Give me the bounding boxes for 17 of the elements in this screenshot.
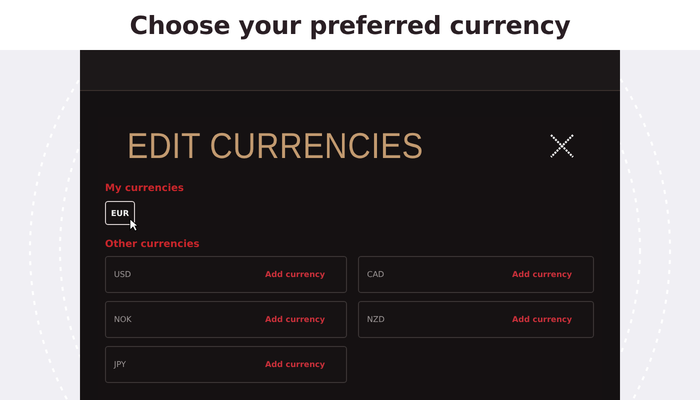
add-currency-link[interactable]: Add currency [265, 315, 325, 324]
currency-code: USD [114, 270, 132, 279]
currency-code: JPY [114, 360, 126, 369]
banner-title: Choose your preferred currency [130, 10, 570, 40]
add-currency-link[interactable]: Add currency [512, 270, 572, 279]
other-currencies-label: Other currencies [105, 239, 200, 250]
my-currencies-label: My currencies [105, 183, 185, 194]
currency-code: NOK [114, 315, 132, 324]
currency-chip[interactable]: EUR [105, 201, 135, 225]
modal-title: EDIT CURRENCIES [127, 125, 424, 167]
add-currency-link[interactable]: Add currency [512, 315, 572, 324]
currency-code: CAD [367, 270, 384, 279]
cursor-icon [129, 218, 139, 232]
add-currency-link[interactable]: Add currency [265, 270, 325, 279]
add-currency-link[interactable]: Add currency [265, 360, 325, 369]
close-button[interactable] [548, 132, 576, 160]
currency-code: NZD [367, 315, 385, 324]
